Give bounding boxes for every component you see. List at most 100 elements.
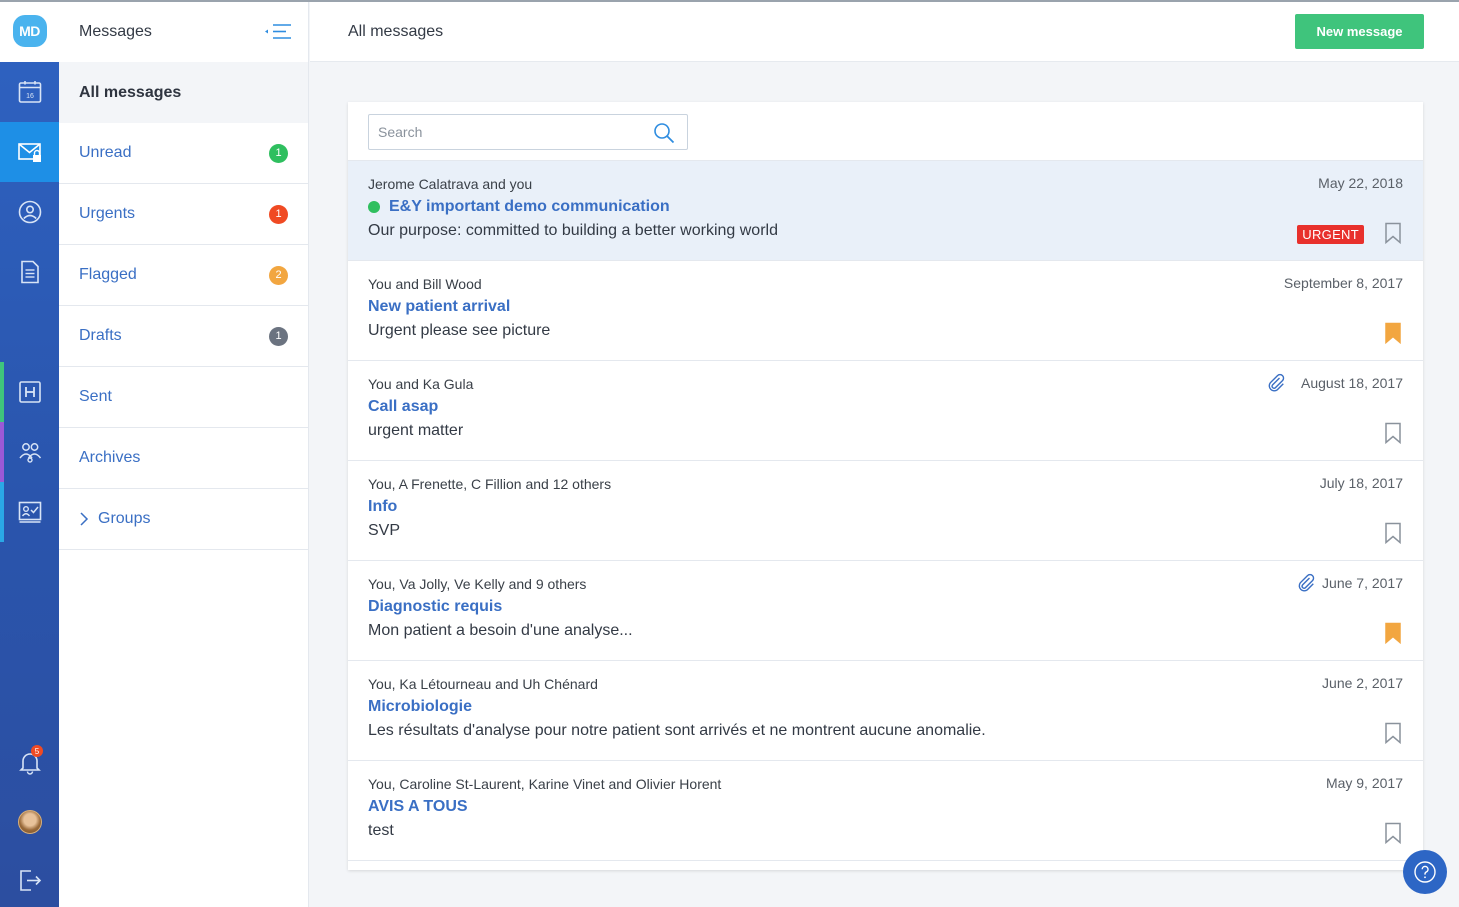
search-box — [368, 114, 688, 150]
sidebar-item-urgents[interactable]: Urgents 1 — [59, 184, 308, 245]
message-participants: Jerome Calatrava and you — [368, 176, 533, 192]
bookmark-outline-icon[interactable] — [1384, 722, 1402, 744]
community-icon — [18, 443, 41, 463]
sidebar-item-drafts[interactable]: Drafts 1 — [59, 306, 308, 367]
sidebar-item-label: Sent — [79, 388, 112, 405]
message-row[interactable]: You, Caroline St-Laurent, Karine Vinet a… — [348, 761, 1423, 861]
rail-calendar[interactable]: 16 — [0, 62, 59, 122]
secure-mail-icon — [17, 143, 41, 162]
notification-count-badge: 5 — [31, 745, 43, 757]
bookmark-outline-icon[interactable] — [1384, 222, 1402, 244]
chevron-right-icon — [80, 512, 89, 526]
help-button[interactable] — [1403, 850, 1447, 894]
message-subject[interactable]: E&Y important demo communication — [368, 198, 670, 216]
collapse-menu-icon[interactable] — [264, 22, 292, 42]
urgent-badge: URGENT — [1297, 225, 1364, 244]
user-circle-icon — [18, 200, 41, 224]
message-date: July 18, 2017 — [1319, 475, 1403, 491]
message-date: May 22, 2018 — [1318, 175, 1403, 191]
message-participants: You and Bill Wood — [368, 276, 482, 292]
logout-icon — [19, 870, 41, 891]
icon-rail: MD 16 5 — [0, 0, 59, 907]
message-preview: urgent matter — [368, 422, 464, 439]
message-date: August 18, 2017 — [1301, 375, 1403, 391]
message-subject-text: E&Y important demo communication — [389, 198, 670, 215]
message-preview: SVP — [368, 522, 401, 539]
document-icon — [20, 260, 39, 284]
message-participants: You and Ka Gula — [368, 376, 474, 392]
bookmark-filled-icon[interactable] — [1384, 322, 1402, 344]
search-icon[interactable] — [653, 122, 675, 144]
rail-community[interactable] — [0, 422, 59, 482]
search-input[interactable] — [369, 124, 649, 140]
sidebar-item-label: Flagged — [79, 266, 137, 283]
paperclip-icon — [1298, 573, 1315, 592]
messages-sidebar: Messages All messages Unread 1 Urgents 1… — [59, 2, 309, 907]
message-row[interactable]: You, Va Jolly, Ve Kelly and 9 others Dia… — [348, 561, 1423, 661]
sidebar-title: Messages — [79, 23, 152, 40]
flagged-count-badge: 2 — [269, 265, 288, 285]
bookmark-outline-icon[interactable] — [1384, 422, 1402, 444]
message-row[interactable]: Jerome Calatrava and you E&Y important d… — [348, 161, 1423, 261]
rail-hospital[interactable] — [0, 362, 59, 422]
message-date: June 2, 2017 — [1322, 675, 1403, 691]
rail-telemedicine[interactable] — [0, 482, 59, 542]
bookmark-outline-icon[interactable] — [1384, 522, 1402, 544]
sidebar-item-groups[interactable]: Groups — [59, 489, 308, 550]
sidebar-item-label: Urgents — [79, 205, 136, 222]
message-preview: Urgent please see picture — [368, 322, 551, 339]
sidebar-item-sent[interactable]: Sent — [59, 367, 308, 428]
app-logo[interactable]: MD — [0, 0, 59, 62]
message-subject[interactable]: Microbiologie — [368, 698, 472, 716]
sidebar-item-label: Groups — [98, 510, 151, 527]
unread-dot-icon — [368, 201, 380, 213]
bookmark-filled-icon[interactable] — [1384, 622, 1402, 644]
message-subject[interactable]: AVIS A TOUS — [368, 798, 468, 816]
rail-user-avatar[interactable] — [0, 792, 59, 852]
message-subject[interactable]: New patient arrival — [368, 298, 510, 316]
rail-logout[interactable] — [0, 850, 59, 907]
message-row[interactable]: You, Ka Létourneau and Uh Chénard Microb… — [348, 661, 1423, 761]
sidebar-item-label: Unread — [79, 144, 132, 161]
message-subject[interactable]: Diagnostic requis — [368, 598, 502, 616]
message-participants: You, Ka Létourneau and Uh Chénard — [368, 676, 598, 692]
message-preview: test — [368, 822, 394, 839]
rail-documents[interactable] — [0, 242, 59, 302]
sidebar-item-all-messages[interactable]: All messages — [59, 62, 308, 123]
rail-profile[interactable] — [0, 182, 59, 242]
window-top-border — [0, 0, 1459, 2]
message-participants: You, Va Jolly, Ve Kelly and 9 others — [368, 576, 587, 592]
message-row[interactable]: You and Bill Wood New patient arrival Ur… — [348, 261, 1423, 361]
sidebar-item-unread[interactable]: Unread 1 — [59, 123, 308, 184]
message-participants: You, Caroline St-Laurent, Karine Vinet a… — [368, 776, 722, 792]
message-row[interactable]: You, A Frenette, C Fillion and 12 others… — [348, 461, 1423, 561]
rail-stripe-purple — [0, 422, 4, 482]
sidebar-item-label: Drafts — [79, 327, 122, 344]
page-title: All messages — [348, 23, 444, 40]
rail-stripe-lightblue — [0, 482, 4, 542]
message-list-card: Jerome Calatrava and you E&Y important d… — [348, 102, 1423, 870]
message-preview: Les résultats d'analyse pour notre patie… — [368, 722, 986, 739]
sidebar-item-label: Archives — [79, 449, 141, 466]
help-icon — [1414, 861, 1436, 883]
bookmark-outline-icon[interactable] — [1384, 822, 1402, 844]
rail-notifications[interactable]: 5 — [0, 732, 59, 792]
message-date: May 9, 2017 — [1325, 775, 1403, 791]
rail-stripe-green — [0, 362, 4, 422]
sidebar-item-archives[interactable]: Archives — [59, 428, 308, 489]
sidebar-item-label: All messages — [79, 83, 182, 101]
folder-list: All messages Unread 1 Urgents 1 Flagged … — [59, 62, 308, 550]
message-preview: Mon patient a besoin d'une analyse... — [368, 622, 633, 639]
rail-messages[interactable] — [0, 122, 59, 182]
sidebar-item-flagged[interactable]: Flagged 2 — [59, 245, 308, 306]
new-message-button[interactable]: New message — [1295, 14, 1424, 49]
message-subject[interactable]: Call asap — [368, 398, 438, 416]
message-date: September 8, 2017 — [1283, 275, 1403, 291]
message-row[interactable]: You and Ka Gula Call asap urgent matter … — [348, 361, 1423, 461]
message-preview: Our purpose: committed to building a bet… — [368, 222, 778, 239]
message-subject[interactable]: Info — [368, 498, 397, 516]
main-header: All messages New message — [310, 2, 1459, 62]
calendar-day: 16 — [26, 93, 34, 100]
avatar — [17, 810, 42, 834]
unread-count-badge: 1 — [269, 143, 288, 163]
